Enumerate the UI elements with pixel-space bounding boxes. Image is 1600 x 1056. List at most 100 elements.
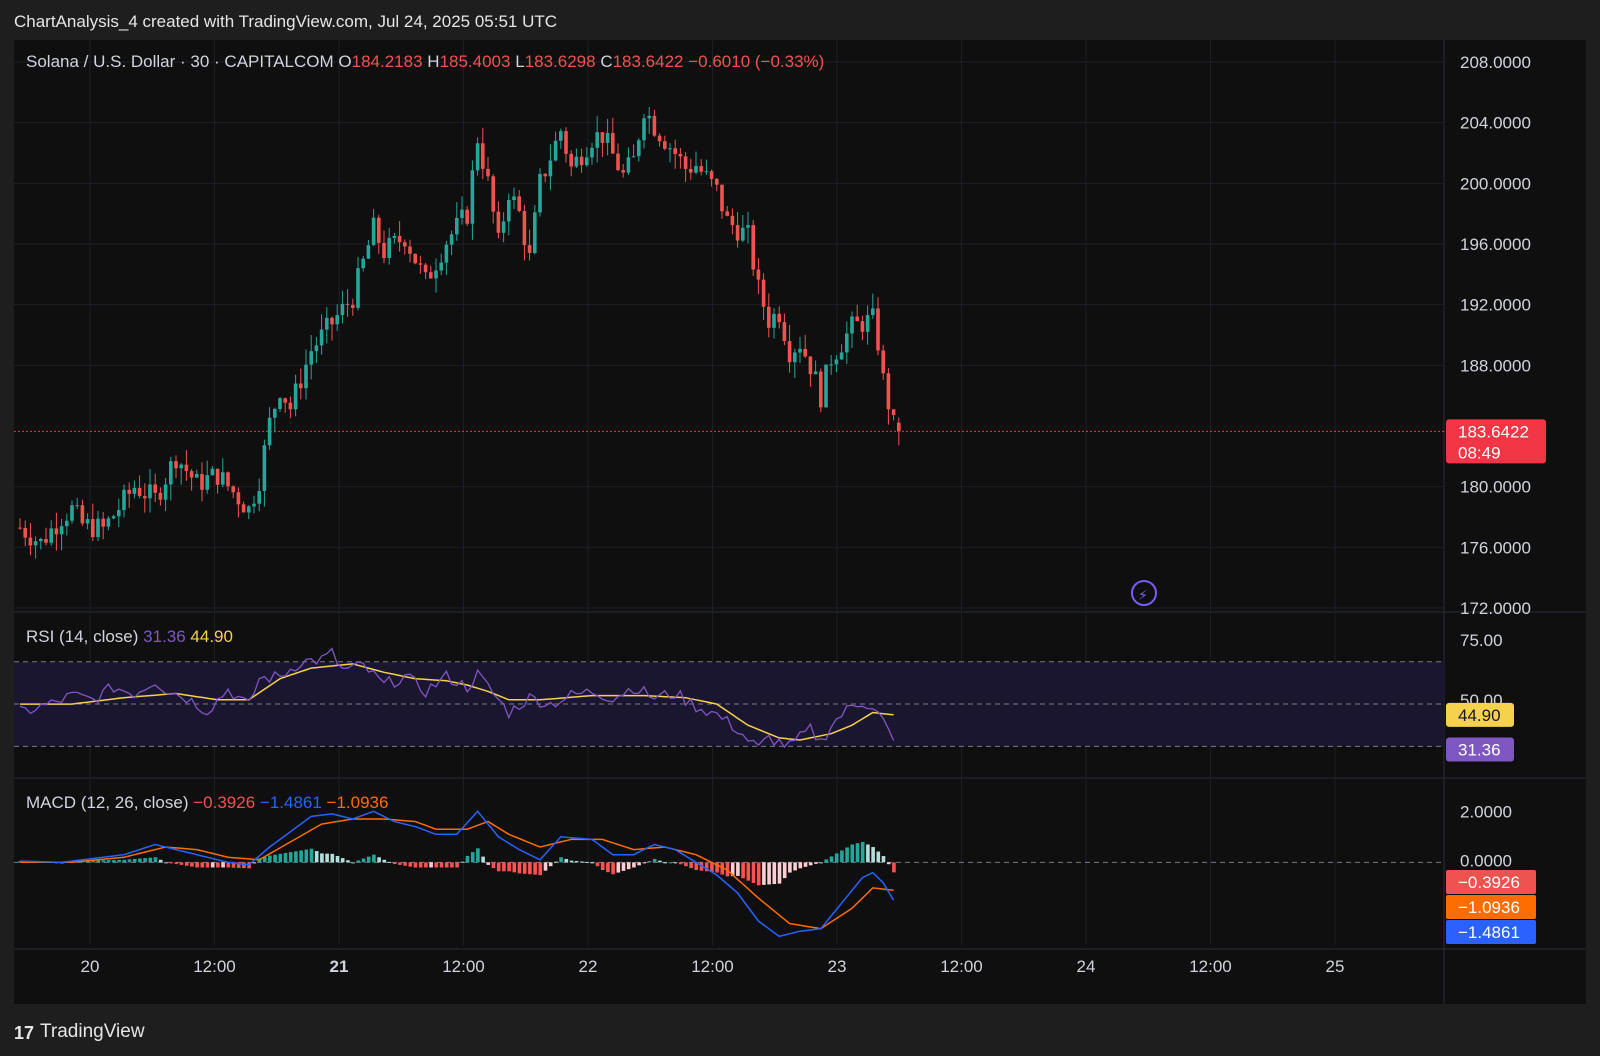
macd-histogram-bar bbox=[751, 862, 756, 883]
x-tick-label: 22 bbox=[579, 957, 598, 976]
candle-body bbox=[18, 527, 22, 529]
macd-histogram-bar bbox=[590, 862, 595, 864]
candle-body bbox=[96, 518, 100, 538]
macd-histogram-bar bbox=[268, 855, 272, 863]
macd-histogram-bar bbox=[283, 852, 288, 863]
macd-histogram-bar bbox=[346, 860, 350, 863]
macd-histogram-bar bbox=[278, 853, 283, 863]
candle-body bbox=[117, 510, 121, 517]
macd-tick-label: 0.0000 bbox=[1460, 851, 1512, 870]
candle-body bbox=[293, 383, 298, 410]
candle-body bbox=[746, 225, 750, 228]
candle-body bbox=[694, 166, 698, 173]
tradingview-logo-icon: 17 bbox=[14, 1023, 35, 1043]
macd-histogram-bar bbox=[377, 857, 381, 863]
x-tick-label: 12:00 bbox=[193, 957, 236, 976]
rsi-tag-value: 31.36 bbox=[1458, 740, 1501, 759]
legend-part: 183.6422 bbox=[613, 52, 689, 71]
candle-body bbox=[340, 303, 345, 316]
macd-histogram-bar bbox=[871, 847, 875, 863]
candle-body bbox=[444, 244, 449, 263]
macd-histogram-bar bbox=[772, 862, 777, 885]
candle-body bbox=[226, 472, 230, 487]
macd-histogram-bar bbox=[356, 860, 361, 863]
candle-body bbox=[33, 541, 38, 546]
macd-histogram-bar bbox=[169, 862, 173, 864]
candle-body bbox=[756, 269, 761, 280]
macd-histogram-bar bbox=[392, 862, 397, 865]
candle-body bbox=[808, 356, 813, 375]
macd-histogram-bar bbox=[595, 862, 600, 867]
candle-body bbox=[538, 173, 542, 213]
macd-histogram-bar bbox=[132, 858, 137, 863]
macd-histogram-bar bbox=[309, 848, 314, 863]
candle-body bbox=[429, 272, 433, 279]
candle-body bbox=[876, 308, 880, 351]
macd-histogram-bar bbox=[626, 862, 631, 870]
x-tick-label: 12:00 bbox=[691, 957, 734, 976]
candle-body bbox=[834, 359, 839, 365]
macd-value-tag-text: −1.4861 bbox=[1458, 923, 1520, 942]
macd-legend: MACD (12, 26, close) −0.3926 −1.4861 −1.… bbox=[26, 793, 388, 812]
legend-part: −0.3926 bbox=[193, 793, 260, 812]
macd-histogram-bar bbox=[304, 849, 309, 863]
x-tick-label: 12:00 bbox=[940, 957, 983, 976]
candle-body bbox=[465, 209, 469, 224]
macd-histogram-bar bbox=[866, 844, 870, 863]
macd-histogram-bar bbox=[465, 855, 470, 863]
candle-body bbox=[730, 215, 735, 226]
candle-body bbox=[247, 506, 251, 513]
legend-part: 184.2183 bbox=[352, 52, 428, 71]
candle-body bbox=[345, 303, 350, 305]
macd-histogram-bar bbox=[210, 862, 215, 868]
candle-body bbox=[626, 157, 631, 173]
caption-bar: ChartAnalysis_4 created with TradingView… bbox=[0, 0, 1600, 40]
macd-histogram-bar bbox=[366, 856, 371, 863]
macd-histogram-bar bbox=[528, 862, 532, 875]
macd-tick-label: 2.0000 bbox=[1460, 802, 1512, 821]
candle-body bbox=[865, 315, 870, 332]
chart-frame[interactable]: 20 12:00 21 12:00 22 12:00 23 12:00 24 12:00 25 208… bbox=[14, 40, 1586, 1004]
macd-histogram-bar bbox=[829, 856, 834, 863]
macd-histogram-bar bbox=[543, 862, 548, 871]
macd-histogram-bar bbox=[288, 852, 293, 863]
macd-histogram-bar bbox=[127, 859, 132, 863]
macd-histogram-bar bbox=[502, 862, 506, 872]
macd-histogram-bar bbox=[600, 862, 605, 870]
candle-body bbox=[486, 168, 490, 177]
candle-body bbox=[824, 364, 828, 408]
macd-histogram-bar bbox=[548, 862, 553, 867]
candle-body bbox=[49, 528, 53, 543]
chart-svg[interactable]: 20 12:00 21 12:00 22 12:00 23 12:00 24 12:00 25 208… bbox=[14, 40, 1586, 1004]
macd-histogram-bar bbox=[205, 862, 210, 868]
macd-histogram-bar bbox=[616, 862, 621, 873]
candle-body bbox=[163, 484, 168, 500]
macd-histogram-bar bbox=[850, 844, 855, 863]
candle-body bbox=[127, 489, 131, 494]
candle-body bbox=[231, 486, 235, 493]
legend-part: 31.36 bbox=[143, 627, 190, 646]
candle-body bbox=[891, 409, 896, 416]
candle-body bbox=[481, 143, 485, 169]
candle-body bbox=[377, 217, 381, 243]
bar-countdown: 08:49 bbox=[1458, 443, 1501, 462]
candle-body bbox=[871, 308, 875, 316]
candle-body bbox=[28, 537, 33, 546]
macd-histogram-bar bbox=[803, 862, 808, 867]
macd-histogram-bar bbox=[314, 851, 319, 863]
macd-histogram-bar bbox=[174, 862, 179, 865]
candle-body bbox=[210, 468, 215, 476]
macd-histogram-bar bbox=[299, 850, 303, 863]
candle-body bbox=[221, 472, 225, 485]
candle-body bbox=[605, 133, 610, 143]
candle-body bbox=[897, 422, 901, 432]
macd-histogram-bar bbox=[273, 854, 277, 863]
candle-body bbox=[637, 140, 641, 157]
macd-histogram-bar bbox=[637, 862, 641, 866]
candle-body bbox=[153, 484, 157, 493]
macd-histogram-bar bbox=[158, 859, 163, 863]
price-tick-label: 204.0000 bbox=[1460, 114, 1531, 133]
macd-histogram-bar bbox=[736, 862, 740, 876]
macd-histogram-bar bbox=[746, 862, 751, 881]
macd-histogram-bar bbox=[834, 853, 839, 863]
